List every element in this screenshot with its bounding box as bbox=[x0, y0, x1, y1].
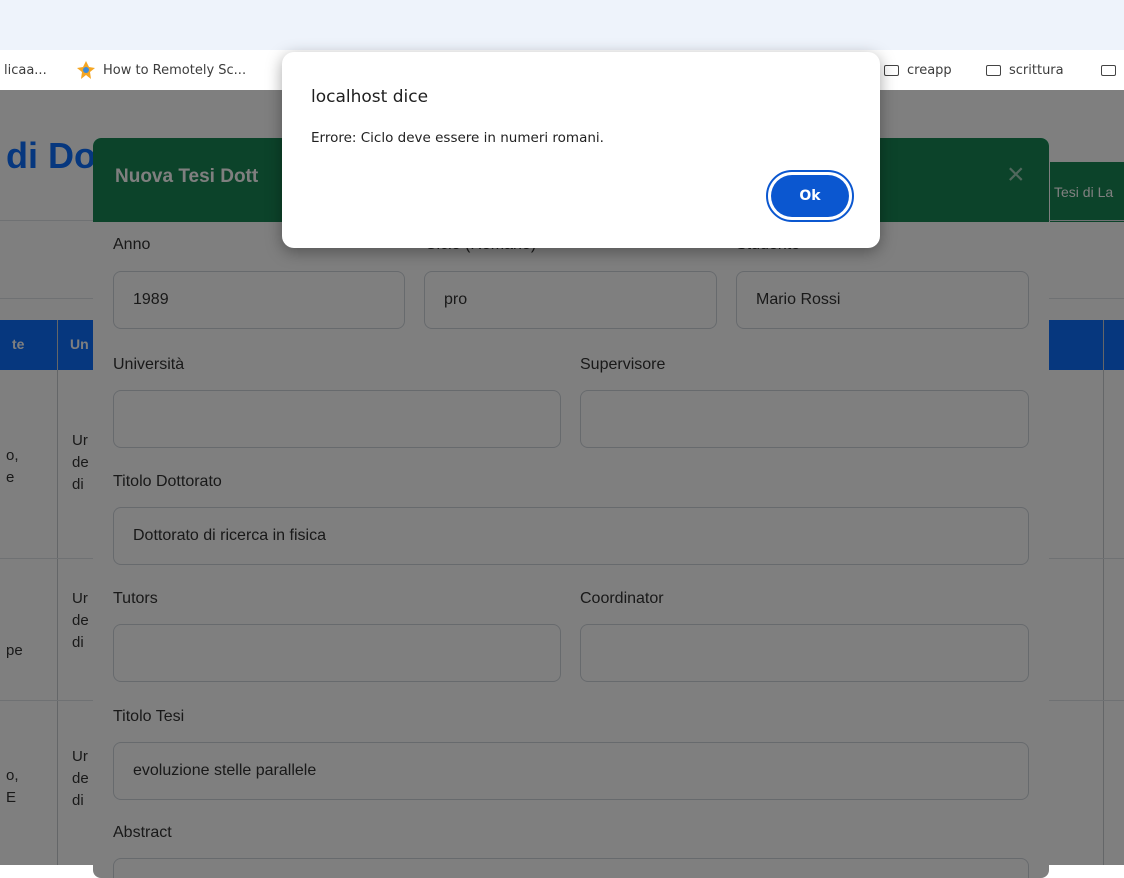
ok-button[interactable]: Ok bbox=[766, 170, 854, 222]
folder-icon bbox=[986, 64, 1001, 76]
alert-title: localhost dice bbox=[311, 87, 429, 107]
bookmark-how-to[interactable]: How to Remotely Sc... bbox=[76, 50, 246, 90]
label-titolo-dottorato: Titolo Dottorato bbox=[113, 473, 222, 490]
bookmark-label: licaa... bbox=[4, 62, 47, 78]
tutors-input[interactable] bbox=[113, 624, 561, 682]
bookmark-label: How to Remotely Sc... bbox=[103, 62, 247, 78]
close-icon[interactable]: × bbox=[1007, 160, 1025, 190]
label-universita: Università bbox=[113, 356, 185, 373]
anno-input[interactable]: 1989 bbox=[113, 271, 405, 329]
bookmark-label: scrittura bbox=[1009, 62, 1064, 78]
titolo-dottorato-input[interactable]: Dottorato di ricerca in fisica bbox=[113, 507, 1029, 565]
label-titolo-tesi: Titolo Tesi bbox=[113, 708, 185, 725]
titolo-tesi-input[interactable]: evoluzione stelle parallele bbox=[113, 742, 1029, 800]
new-thesis-modal: Nuova Tesi Dott × Anno Ciclo (Romano) St… bbox=[93, 138, 1049, 878]
bookmark-truncated[interactable]: licaa... bbox=[4, 50, 47, 90]
label-tutors: Tutors bbox=[113, 590, 158, 607]
modal-title: Nuova Tesi Dott bbox=[115, 166, 259, 187]
bookmark-folder-creapp[interactable]: creapp bbox=[884, 50, 952, 90]
ok-button-label: Ok bbox=[771, 175, 849, 217]
abstract-input[interactable] bbox=[113, 858, 1029, 878]
label-anno: Anno bbox=[113, 236, 151, 253]
bookmark-folder-cut[interactable] bbox=[1101, 50, 1124, 90]
supervisore-input[interactable] bbox=[580, 390, 1029, 448]
label-coordinator: Coordinator bbox=[580, 590, 664, 607]
studente-input[interactable]: Mario Rossi bbox=[736, 271, 1029, 329]
folder-icon bbox=[884, 64, 899, 76]
ciclo-input[interactable]: pro bbox=[424, 271, 717, 329]
folder-icon bbox=[1101, 64, 1116, 76]
alert-dialog: localhost dice Errore: Ciclo deve essere… bbox=[282, 52, 880, 248]
browser-tab-strip bbox=[0, 0, 1124, 50]
universita-input[interactable] bbox=[113, 390, 561, 448]
alert-message: Errore: Ciclo deve essere in numeri roma… bbox=[311, 130, 604, 146]
bookmark-label: creapp bbox=[907, 62, 952, 78]
bookmark-folder-scrittura[interactable]: scrittura bbox=[986, 50, 1064, 90]
label-supervisore: Supervisore bbox=[580, 356, 666, 373]
bookmark-favicon bbox=[77, 61, 95, 79]
coordinator-input[interactable] bbox=[580, 624, 1029, 682]
label-abstract: Abstract bbox=[113, 824, 172, 841]
